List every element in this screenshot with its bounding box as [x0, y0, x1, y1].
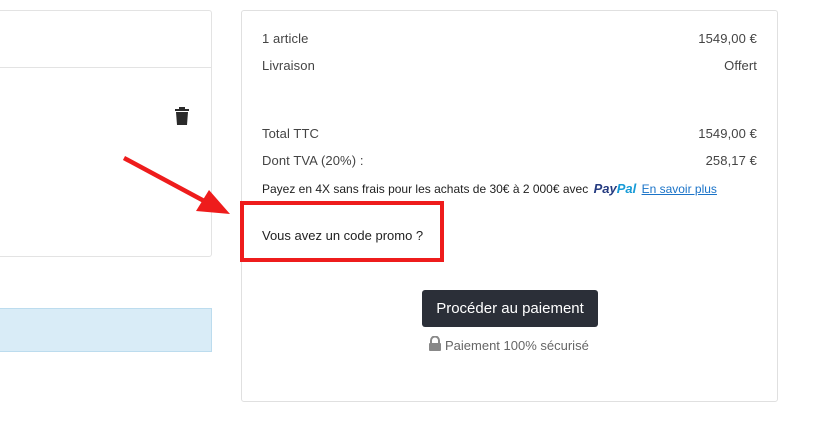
paypal-logo: PayPal	[593, 181, 637, 196]
items-label: 1 article	[262, 31, 309, 46]
arrow-icon	[110, 150, 240, 225]
items-value: 1549,00 €	[698, 31, 757, 46]
total-label: Total TTC	[262, 126, 320, 141]
items-row: 1 article 1549,00 €	[262, 31, 757, 46]
card-divider	[0, 67, 211, 68]
learn-more-link[interactable]: En savoir plus	[642, 182, 717, 196]
lock-icon	[428, 335, 442, 354]
vat-value: 258,17 €	[705, 153, 757, 168]
vat-row: Dont TVA (20%) : 258,17 €	[262, 153, 757, 168]
paypal-text: Payez en 4X sans frais pour les achats d…	[262, 182, 589, 196]
annotation-highlight-box	[240, 201, 444, 262]
total-value: 1549,00 €	[698, 126, 757, 141]
paypal-installments: Payez en 4X sans frais pour les achats d…	[262, 181, 717, 196]
vat-label: Dont TVA (20%) :	[262, 153, 364, 168]
info-notice-bar	[0, 308, 212, 352]
shipping-value: Offert	[724, 58, 757, 73]
shipping-label: Livraison	[262, 58, 315, 73]
trash-icon[interactable]	[174, 107, 190, 125]
checkout-button[interactable]: Procéder au paiement	[422, 290, 598, 327]
secure-payment-note: Paiement 100% sécurisé	[428, 335, 589, 354]
shipping-row: Livraison Offert	[262, 58, 757, 73]
secure-label: Paiement 100% sécurisé	[445, 337, 589, 353]
total-row: Total TTC 1549,00 €	[262, 126, 757, 141]
